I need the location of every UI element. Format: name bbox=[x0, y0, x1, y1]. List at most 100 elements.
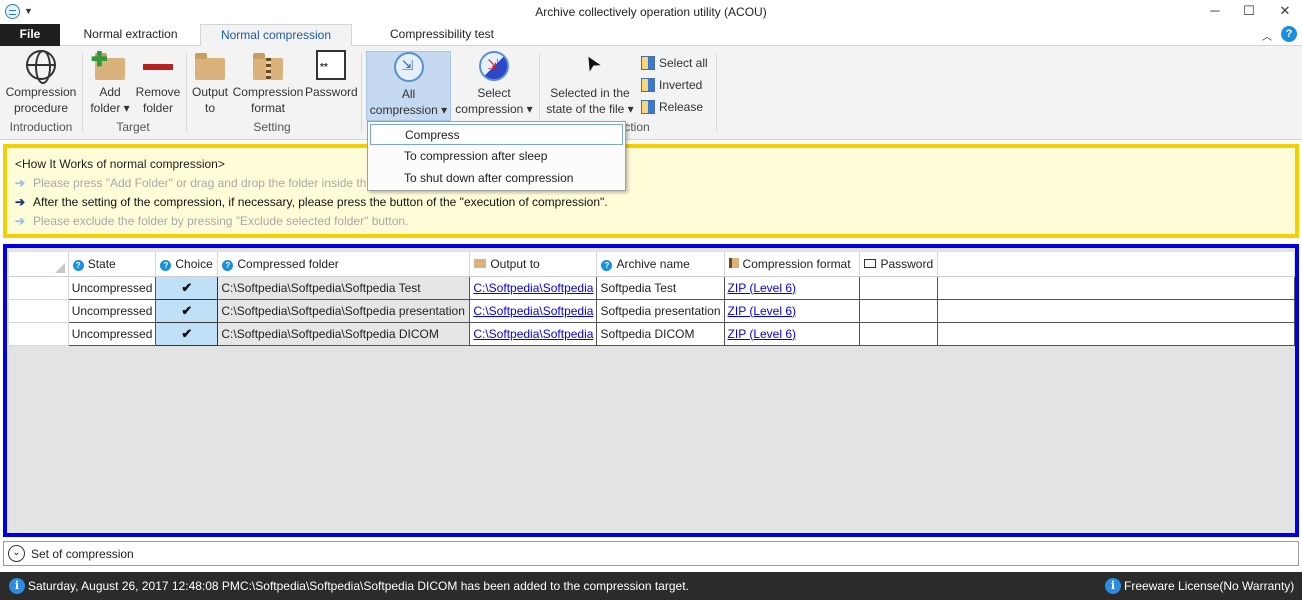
minimize-button[interactable]: ─ bbox=[1198, 0, 1232, 24]
output-to-cell[interactable]: C:\Softpedia\Softpedia bbox=[469, 299, 598, 323]
password-button[interactable]: Password bbox=[305, 50, 358, 100]
compressed-folder-cell[interactable]: C:\Softpedia\Softpedia\Softpedia DICOM bbox=[217, 322, 471, 346]
password-cell[interactable] bbox=[859, 299, 939, 323]
chevron-down-icon[interactable]: ⌄ bbox=[8, 545, 25, 562]
output-to-link[interactable]: C:\Softpedia\Softpedia bbox=[473, 327, 593, 341]
release-icon bbox=[641, 100, 655, 114]
compression-procedure-label-2: procedure bbox=[13, 101, 69, 115]
output-to-button[interactable]: Output to bbox=[190, 50, 230, 116]
column-header-compression-format[interactable]: Compression format bbox=[724, 252, 861, 277]
checkmark-icon: ✔ bbox=[181, 279, 193, 295]
select-all-label: Select all bbox=[659, 56, 708, 70]
filler-cell bbox=[937, 299, 1295, 323]
compression-format-link[interactable]: ZIP (Level 6) bbox=[728, 281, 796, 295]
help-icon: ? bbox=[72, 259, 84, 271]
column-header-password[interactable]: Password bbox=[859, 252, 939, 277]
ribbon-separator bbox=[361, 54, 362, 132]
compression-procedure-button[interactable]: Compression procedure bbox=[4, 50, 78, 116]
tab-file[interactable]: File bbox=[0, 24, 60, 46]
select-all-corner[interactable] bbox=[9, 252, 69, 277]
column-header-output-to-label: Output to bbox=[490, 256, 540, 271]
select-compression-label-2: compression ▾ bbox=[455, 102, 533, 116]
close-button[interactable]: ✕ bbox=[1268, 0, 1302, 24]
help-step-2: ➔ After the setting of the compression, i… bbox=[15, 193, 1287, 212]
help-title: <How It Works of normal compression> bbox=[15, 157, 225, 171]
column-header-compressed-folder[interactable]: ? Compressed folder bbox=[217, 252, 471, 277]
table-row[interactable]: Uncompressed ✔ C:\Softpedia\Softpedia\So… bbox=[9, 321, 1295, 346]
info-icon: i bbox=[9, 578, 25, 594]
compression-format-cell[interactable]: ZIP (Level 6) bbox=[724, 276, 861, 300]
compressed-folder-cell[interactable]: C:\Softpedia\Softpedia\Softpedia Test bbox=[217, 276, 471, 300]
help-step-2-text: After the setting of the compression, if… bbox=[33, 195, 608, 209]
tab-normal-extraction[interactable]: Normal extraction bbox=[62, 24, 199, 46]
column-header-state[interactable]: ? State bbox=[68, 252, 157, 277]
choice-checkbox[interactable]: ✔ bbox=[155, 321, 219, 346]
tab-normal-compression[interactable]: Normal compression bbox=[200, 24, 352, 47]
compressed-folder-cell[interactable]: C:\Softpedia\Softpedia\Softpedia present… bbox=[217, 299, 471, 323]
help-icon: ? bbox=[160, 259, 172, 271]
output-to-label: Output bbox=[191, 85, 229, 99]
release-button[interactable]: Release bbox=[641, 98, 703, 118]
row-header[interactable] bbox=[9, 322, 69, 346]
column-header-compressed-folder-label: Compressed folder bbox=[237, 256, 339, 271]
table-row[interactable]: Uncompressed ✔ C:\Softpedia\Softpedia\So… bbox=[9, 275, 1295, 300]
compression-format-link[interactable]: ZIP (Level 6) bbox=[728, 304, 796, 318]
row-header[interactable] bbox=[9, 299, 69, 323]
output-to-link[interactable]: C:\Softpedia\Softpedia bbox=[473, 304, 593, 318]
state-cell[interactable]: Uncompressed bbox=[68, 276, 157, 300]
compression-format-button[interactable]: Compression format bbox=[232, 50, 304, 116]
ribbon-collapse-icon[interactable]: ︿ bbox=[1262, 28, 1272, 43]
archive-name-cell[interactable]: Softpedia Test bbox=[596, 276, 725, 300]
compression-format-cell[interactable]: ZIP (Level 6) bbox=[724, 322, 861, 346]
compression-format-link[interactable]: ZIP (Level 6) bbox=[728, 327, 796, 341]
maximize-button[interactable]: ☐ bbox=[1232, 0, 1266, 24]
all-compression-dropdown: Compress To compression after sleep To s… bbox=[367, 121, 626, 191]
add-folder-button[interactable]: ✚ Add folder ▾ bbox=[88, 50, 132, 116]
help-step-1: ➔ Please press "Add Folder" or drag and d… bbox=[15, 174, 1287, 193]
info-icon: i bbox=[1105, 578, 1121, 594]
table-row[interactable]: Uncompressed ✔ C:\Softpedia\Softpedia\So… bbox=[9, 298, 1295, 323]
column-header-archive-name[interactable]: ? Archive name bbox=[596, 252, 725, 277]
menu-item-compression-after-sleep[interactable]: To compression after sleep bbox=[370, 146, 623, 167]
license-text[interactable]: Freeware License(No Warranty) bbox=[1124, 579, 1294, 593]
column-header-choice[interactable]: ? Choice bbox=[155, 252, 219, 277]
column-header-output-to[interactable]: Output to bbox=[469, 252, 598, 277]
output-to-link[interactable]: C:\Softpedia\Softpedia bbox=[473, 281, 593, 295]
compression-format-cell[interactable]: ZIP (Level 6) bbox=[724, 299, 861, 323]
inverted-button[interactable]: Inverted bbox=[641, 76, 702, 96]
remove-folder-label: Remove bbox=[135, 85, 181, 99]
remove-folder-button[interactable]: Remove folder bbox=[134, 50, 182, 116]
select-all-button[interactable]: Select all bbox=[641, 54, 708, 74]
ribbon: Compression procedure Introduction ✚ Add… bbox=[0, 46, 1302, 140]
state-cell[interactable]: Uncompressed bbox=[68, 299, 157, 323]
help-icon: ? bbox=[601, 259, 613, 271]
output-to-cell[interactable]: C:\Softpedia\Softpedia bbox=[469, 276, 598, 300]
invert-icon bbox=[641, 78, 655, 92]
group-label-target: Target bbox=[116, 120, 150, 134]
choice-checkbox[interactable]: ✔ bbox=[155, 298, 219, 323]
output-to-cell[interactable]: C:\Softpedia\Softpedia bbox=[469, 322, 598, 346]
menu-item-shut-down-after-compression[interactable]: To shut down after compression bbox=[370, 168, 623, 189]
select-compression-button[interactable]: Select compression ▾ bbox=[454, 51, 534, 117]
choice-checkbox[interactable]: ✔ bbox=[155, 275, 219, 300]
menu-item-compress[interactable]: Compress bbox=[370, 124, 623, 145]
row-header[interactable] bbox=[9, 276, 69, 300]
selected-in-state-label: Selected in the bbox=[550, 86, 630, 100]
all-compression-label: All bbox=[401, 87, 416, 101]
password-cell[interactable] bbox=[859, 276, 939, 300]
ribbon-tabs: File Normal extraction Normal compressio… bbox=[0, 24, 1302, 47]
archive-name-cell[interactable]: Softpedia presentation bbox=[596, 299, 725, 323]
help-step-3-text: Please exclude the folder by pressing "E… bbox=[33, 214, 409, 228]
help-icon: ? bbox=[222, 259, 234, 271]
tab-compressibility-test[interactable]: Compressibility test bbox=[352, 24, 532, 46]
password-cell[interactable] bbox=[859, 322, 939, 346]
set-of-compression-bar[interactable]: ⌄ Set of compression bbox=[3, 541, 1299, 566]
select-compression-label: Select bbox=[477, 86, 511, 100]
all-compression-button[interactable]: All compression ▾ bbox=[366, 51, 451, 121]
archive-name-cell[interactable]: Softpedia DICOM bbox=[596, 322, 725, 346]
password-icon bbox=[864, 258, 877, 268]
help-icon[interactable]: ? bbox=[1281, 26, 1297, 42]
state-cell[interactable]: Uncompressed bbox=[68, 322, 157, 346]
selected-in-state-button[interactable]: Selected in the state of the file ▾ bbox=[542, 51, 638, 117]
ribbon-separator bbox=[716, 54, 717, 132]
